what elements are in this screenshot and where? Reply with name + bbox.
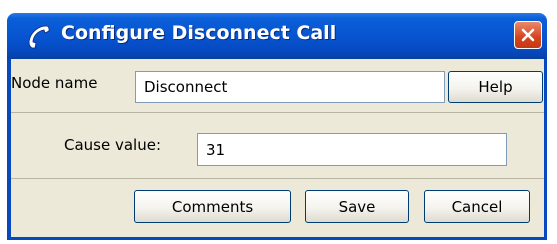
action-buttons-row: Comments Save Cancel (11, 179, 544, 237)
help-button[interactable]: Help (448, 71, 543, 103)
window-frame-right (544, 59, 547, 240)
cause-value-label: Cause value: (64, 136, 162, 154)
dialog-window: Configure Disconnect Call Node name Disc… (0, 0, 557, 244)
close-icon (521, 28, 535, 42)
comments-button[interactable]: Comments (134, 190, 291, 223)
phone-handset-icon (28, 25, 50, 49)
dialog-body: Node name Disconnect Help Cause value: 3… (11, 59, 544, 237)
node-name-row: Node name Disconnect Help (11, 59, 544, 113)
cancel-button[interactable]: Cancel (424, 190, 530, 223)
dialog-title: Configure Disconnect Call (61, 22, 337, 44)
node-name-input[interactable]: Disconnect (135, 71, 445, 103)
close-button[interactable] (514, 21, 542, 49)
title-bar[interactable]: Configure Disconnect Call (7, 13, 547, 59)
node-name-label: Node name (11, 74, 98, 92)
cause-value-input[interactable]: 31 (197, 133, 507, 166)
save-button[interactable]: Save (305, 190, 409, 223)
window-frame-bottom (7, 237, 547, 240)
cause-value-row: Cause value: 31 (11, 113, 544, 179)
